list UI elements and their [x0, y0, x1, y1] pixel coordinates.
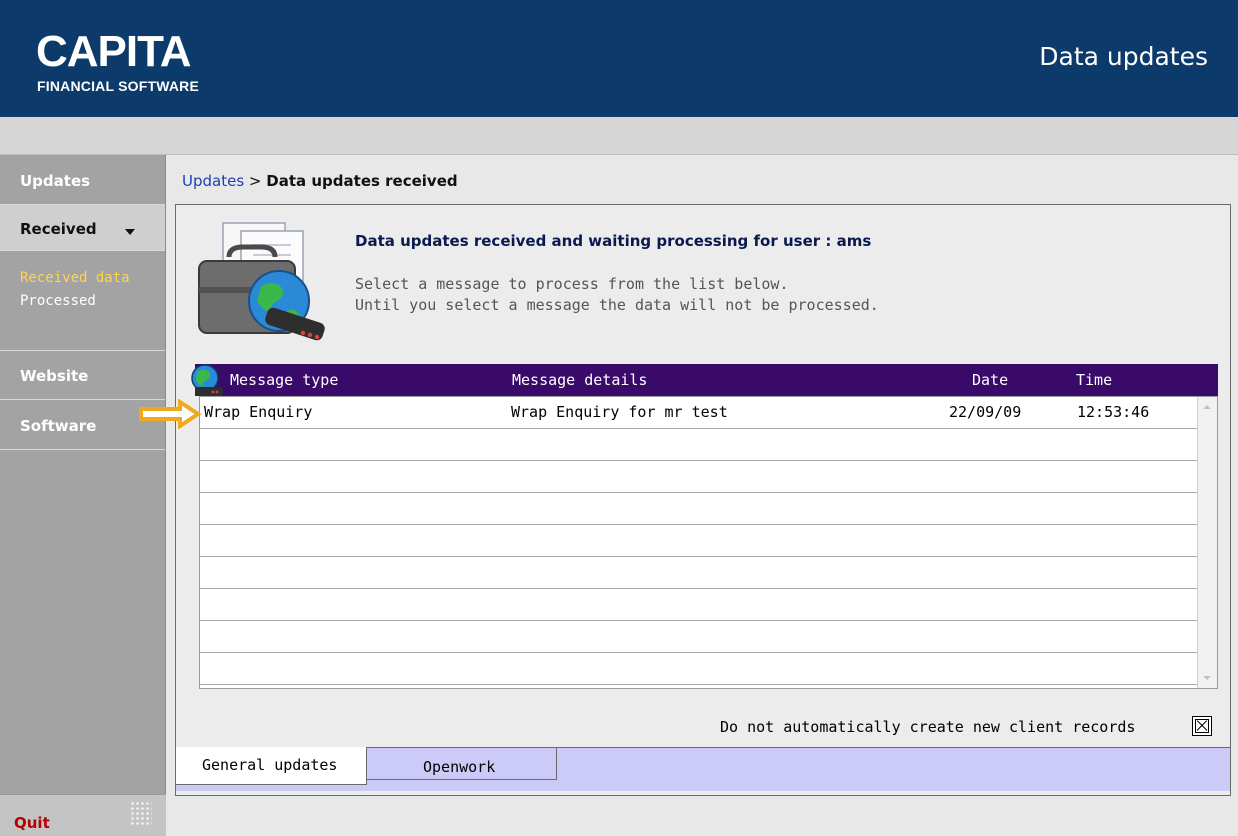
table-row-empty [200, 557, 1198, 589]
sidebar-item-label: Received [20, 220, 97, 238]
globe-modem-icon [191, 364, 223, 396]
grip-icon[interactable] [130, 801, 152, 825]
cell-date: 22/09/09 [949, 403, 1022, 421]
column-header-message-details[interactable]: Message details [512, 371, 647, 389]
scroll-down-icon[interactable] [1198, 668, 1217, 688]
cell-message-type: Wrap Enquiry [204, 403, 313, 421]
sidebar-item-received[interactable]: Received [0, 205, 165, 251]
received-submenu: Received data Processed [0, 251, 165, 351]
table-row-empty [200, 653, 1198, 685]
column-header-date[interactable]: Date [972, 371, 1008, 389]
table-row[interactable]: Wrap Enquiry Wrap Enquiry for mr test 22… [200, 397, 1198, 429]
quit-bar: Quit [0, 794, 166, 836]
table-row-empty [200, 429, 1198, 461]
breadcrumb-separator: > [248, 172, 262, 190]
toolbar-strip [0, 117, 1238, 155]
table-row-empty [200, 589, 1198, 621]
tab-label: Openwork [423, 758, 496, 776]
no-auto-create-label: Do not automatically create new client r… [720, 718, 1136, 736]
sidebar: Updates Received Received data Processed… [0, 155, 166, 836]
scroll-up-icon[interactable] [1198, 397, 1217, 417]
breadcrumb-link-updates[interactable]: Updates [182, 172, 244, 190]
intro-title: Data updates received and waiting proces… [355, 232, 872, 250]
column-header-time[interactable]: Time [1076, 371, 1112, 389]
page-title: Data updates [1039, 42, 1208, 71]
breadcrumb-current: Data updates received [266, 172, 458, 190]
vertical-scrollbar[interactable] [1197, 397, 1217, 688]
briefcase-globe-icon [198, 222, 325, 341]
table-row-empty [200, 461, 1198, 493]
table-row-empty [200, 493, 1198, 525]
sidebar-subitem-received-data[interactable]: Received data [20, 270, 130, 286]
arrow-right-icon [139, 399, 202, 429]
logo-subtitle: FINANCIAL SOFTWARE [37, 78, 200, 94]
tab-general-updates[interactable]: General updates [176, 747, 367, 785]
sidebar-item-updates[interactable]: Updates [0, 155, 165, 205]
no-auto-create-checkbox[interactable] [1192, 716, 1212, 736]
tab-openwork[interactable]: Openwork [367, 748, 557, 780]
column-header-message-type[interactable]: Message type [230, 371, 338, 389]
tab-bar: General updates Openwork [176, 747, 1230, 791]
table-row-empty [200, 525, 1198, 557]
intro-note: Until you select a message the data will… [355, 296, 879, 314]
cell-message-details: Wrap Enquiry for mr test [511, 403, 728, 421]
sidebar-item-label: Updates [20, 172, 91, 190]
cell-time: 12:53:46 [1077, 403, 1150, 421]
table-header: Message type Message details Date Time [191, 364, 1218, 396]
sidebar-subitem-processed[interactable]: Processed [20, 293, 96, 309]
chevron-down-icon [125, 229, 135, 235]
sidebar-item-label: Website [20, 367, 89, 385]
app-header: CAPITA FINANCIAL SOFTWARE Data updates [0, 0, 1238, 117]
capita-logo: CAPITA [36, 27, 192, 76]
sidebar-item-website[interactable]: Website [0, 352, 165, 400]
sidebar-item-label: Software [20, 417, 97, 435]
tab-label: General updates [202, 756, 338, 774]
table-row-empty [200, 621, 1198, 653]
message-list: Wrap Enquiry Wrap Enquiry for mr test 22… [199, 396, 1218, 689]
intro-instruction: Select a message to process from the lis… [355, 275, 789, 293]
quit-button[interactable]: Quit [14, 814, 50, 832]
breadcrumb: Updates > Data updates received [182, 172, 458, 190]
